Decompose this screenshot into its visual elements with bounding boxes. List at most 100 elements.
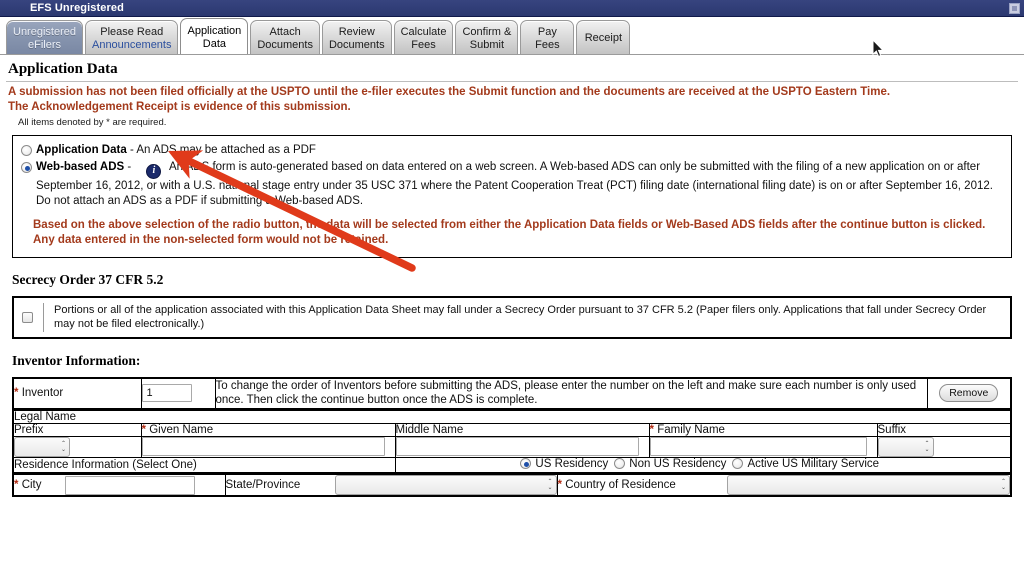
tab-label-line2: Documents [328, 38, 385, 51]
tab-label-line1: Confirm & [462, 26, 512, 38]
tab-unregistered-efilers[interactable]: Unregistered eFilers [6, 20, 83, 54]
inventor-order-description: To change the order of Inventors before … [214, 377, 928, 409]
state-province-select[interactable] [335, 475, 557, 495]
country-of-residence-select[interactable] [727, 475, 1010, 495]
submission-warning-line2: The Acknowledgement Receipt is evidence … [8, 100, 351, 113]
middle-name-input[interactable] [395, 437, 639, 456]
tab-label-line1: Pay [537, 26, 557, 38]
address-row: * City State/Province ⌃ ⌄ * Country of R… [12, 474, 1012, 497]
tab-label-line2: eFilers [27, 38, 61, 51]
country-label: Country of Residence [565, 479, 676, 491]
inventor-order-cell [140, 377, 216, 409]
tab-attach-documents[interactable]: Attach Documents [250, 20, 320, 54]
column-header-prefix: Prefix [12, 422, 142, 437]
suffix-select[interactable] [877, 436, 934, 457]
residence-option-military[interactable]: Active US Military Service [732, 458, 879, 470]
info-icon[interactable]: i [146, 163, 162, 179]
inventor-row-label: Inventor [21, 387, 64, 399]
required-fields-note: All items denoted by * are required. [18, 117, 167, 128]
given-name-cell [140, 435, 396, 458]
column-label: Middle Name [395, 423, 464, 436]
tab-label-line1: Unregistered [13, 26, 76, 38]
radio-active-us-military-service[interactable] [732, 458, 744, 469]
tab-label-line1: Calculate [400, 26, 447, 38]
ads-selection-box: Application Data - An ADS may be attache… [12, 135, 1012, 258]
inventor-order-input[interactable] [141, 384, 192, 402]
column-label: Family Name [657, 423, 725, 436]
tab-please-read-announcements[interactable]: Please Read Announcements [84, 20, 179, 54]
tab-calculate-fees[interactable]: Calculate Fees [393, 20, 454, 54]
tab-receipt[interactable]: Receipt [576, 20, 631, 54]
tab-label-line1: Application [187, 25, 242, 37]
radio-web-based-ads[interactable] [21, 162, 32, 173]
radio-application-data[interactable] [21, 145, 32, 156]
legal-name-header: Legal Name [12, 409, 1012, 424]
prefix-select[interactable] [14, 436, 70, 457]
option-web-based-ads-label: Web-based ADS [36, 161, 125, 173]
residence-address-table: * City State/Province ⌃ ⌄ * Country of R… [12, 474, 1012, 497]
state-label-cell: State/Province [224, 474, 335, 497]
tab-label-line2: Fees [535, 38, 560, 51]
legal-name-header-row: Legal Name [12, 409, 1012, 424]
city-input[interactable] [65, 475, 195, 495]
secrecy-order-box: Portions or all of the application assoc… [12, 295, 1012, 339]
window-titlebar: EFS Unregistered [0, 0, 1024, 17]
tab-label-line2: Data [202, 37, 227, 50]
inventor-information-title: Inventor Information: [12, 352, 141, 368]
legal-name-input-row [12, 435, 1012, 458]
middle-name-cell [394, 435, 650, 458]
secrecy-order-checkbox[interactable] [22, 311, 33, 323]
legal-name-table: Legal Name Prefix * Given Name Middle Na… [12, 409, 1012, 474]
legal-name-column-header-row: Prefix * Given Name Middle Name * Family… [12, 422, 1012, 437]
inventor-remove-cell: Remove [926, 377, 1012, 409]
inventor-row-label-cell: * Inventor [12, 377, 142, 409]
secrecy-order-text: Portions or all of the application assoc… [43, 302, 1002, 332]
remove-inventor-button[interactable]: Remove [939, 384, 999, 402]
option-web-based-ads-description: An ADS form is auto-generated based on d… [36, 161, 993, 207]
tab-label-line2: Submit [469, 38, 505, 51]
tab-pay-fees[interactable]: Pay Fees [520, 20, 575, 54]
option-application-data-label: Application Data [36, 144, 127, 156]
tab-review-documents[interactable]: Review Documents [321, 20, 392, 54]
submission-warning-line1: A submission has not been filed official… [8, 86, 891, 98]
option-web-based-ads[interactable]: Web-based ADS - i An ADS form is auto-ge… [21, 160, 1003, 209]
tab-label-line1: Receipt [584, 32, 622, 45]
radio-non-us-residency[interactable] [614, 458, 626, 469]
inventor-order-row: * Inventor To change the order of Invent… [12, 377, 1012, 409]
suffix-cell [876, 435, 1012, 458]
title-divider [6, 81, 1018, 82]
window-title: EFS Unregistered [30, 1, 124, 14]
column-header-given-name: * Given Name [140, 422, 396, 437]
state-select-cell [335, 474, 558, 497]
radio-us-residency[interactable] [520, 458, 532, 469]
inventor-table: * Inventor To change the order of Invent… [12, 376, 1012, 410]
efs-application-window: EFS Unregistered Unregistered eFilers Pl… [0, 0, 1024, 566]
column-header-middle-name: Middle Name [394, 422, 650, 437]
option-application-data[interactable]: Application Data - An ADS may be attache… [21, 143, 1003, 158]
residence-option-non-us[interactable]: Non US Residency [614, 458, 726, 470]
city-input-cell [65, 474, 226, 497]
column-label: Prefix [14, 423, 44, 436]
main-content: Application Data A submission has not be… [0, 55, 1024, 497]
given-name-input[interactable] [141, 437, 385, 456]
family-name-cell [648, 435, 878, 458]
family-name-input[interactable] [649, 437, 867, 456]
tab-application-data[interactable]: Application Data [180, 18, 249, 54]
city-label-cell: * City [12, 474, 65, 497]
residence-label-cell: Residence Information (Select One) [12, 456, 396, 474]
required-asterisk: * [649, 423, 654, 436]
required-asterisk: * [557, 479, 562, 491]
wizard-tabstrip: Unregistered eFilers Please Read Announc… [0, 17, 1024, 55]
prefix-cell [12, 435, 142, 458]
residence-option-us[interactable]: US Residency [520, 458, 608, 470]
residence-option-label: US Residency [535, 457, 609, 470]
tab-label-line2: Announcements [91, 38, 172, 51]
residence-option-label: Non US Residency [629, 457, 727, 470]
option-web-based-ads-dash: - [127, 161, 132, 173]
column-label: Given Name [149, 423, 214, 436]
column-header-suffix: Suffix [876, 422, 1012, 437]
suffix-select-wrap [877, 436, 934, 457]
ads-selection-warning: Based on the above selection of the radi… [33, 218, 986, 247]
restore-window-icon[interactable] [1009, 2, 1020, 14]
tab-confirm-submit[interactable]: Confirm & Submit [455, 20, 519, 54]
